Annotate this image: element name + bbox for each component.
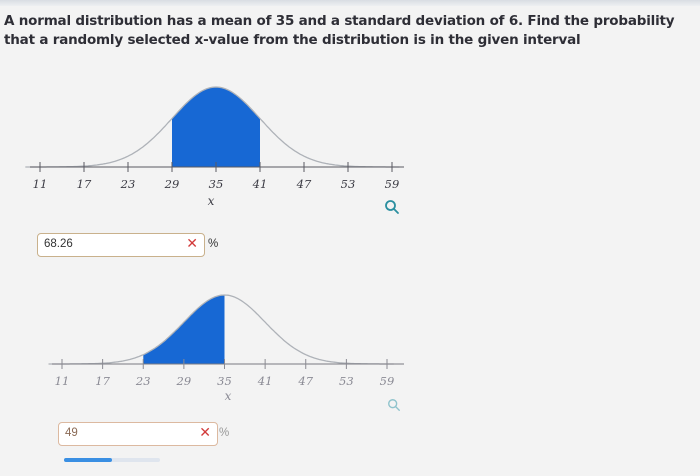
tick-label: 41 (257, 374, 273, 388)
tick-label: 47 (297, 374, 313, 388)
answer-value: 68.26 (44, 238, 73, 250)
tick-label: 11 (33, 177, 48, 191)
percent-unit: % (219, 427, 230, 439)
tick-label: 47 (296, 177, 312, 191)
tick-label: 59 (380, 374, 395, 388)
normal-curve-graph-2: 11 17 23 29 35 41 47 53 59 x (48, 294, 404, 403)
tick-label: 17 (77, 177, 92, 191)
answer-value: 49 (65, 427, 78, 439)
tick-labels: 11 17 23 29 35 41 47 53 59 (33, 177, 400, 191)
answer-input-2[interactable]: 49 ✕ (58, 422, 218, 446)
tick-labels: 11 17 23 29 35 41 47 53 59 (55, 374, 395, 388)
incorrect-mark-icon: ✕ (186, 236, 198, 252)
normal-curve-graph-1: 11 17 23 29 35 41 47 53 59 x (25, 86, 404, 208)
incorrect-mark-icon: ✕ (199, 425, 211, 441)
tick-label: 59 (385, 177, 400, 191)
progress-fill (64, 458, 112, 462)
tick-label: 35 (217, 374, 232, 388)
magnifier-icon[interactable] (384, 199, 400, 215)
shaded-region (143, 295, 225, 364)
answer-input-1[interactable]: 68.26 ✕ (37, 233, 205, 257)
tick-label: 29 (176, 374, 192, 388)
tick-label: 23 (135, 374, 151, 388)
tick-label: 41 (252, 177, 268, 191)
tick-label: 29 (164, 177, 180, 191)
shaded-region (172, 87, 260, 167)
tick-label: 53 (341, 177, 356, 191)
x-axis-label: x (208, 194, 215, 208)
tick-label: 53 (339, 374, 354, 388)
magnifier-icon[interactable] (387, 398, 401, 412)
tick-label: 35 (209, 177, 224, 191)
tick-label: 17 (95, 374, 110, 388)
tick-label: 11 (55, 374, 70, 388)
progress-bar (64, 458, 160, 462)
question-text: A normal distribution has a mean of 35 a… (4, 13, 675, 48)
percent-unit: % (208, 238, 219, 250)
top-strip (0, 0, 700, 6)
tick-label: 23 (120, 177, 136, 191)
x-axis-label: x (225, 389, 232, 403)
